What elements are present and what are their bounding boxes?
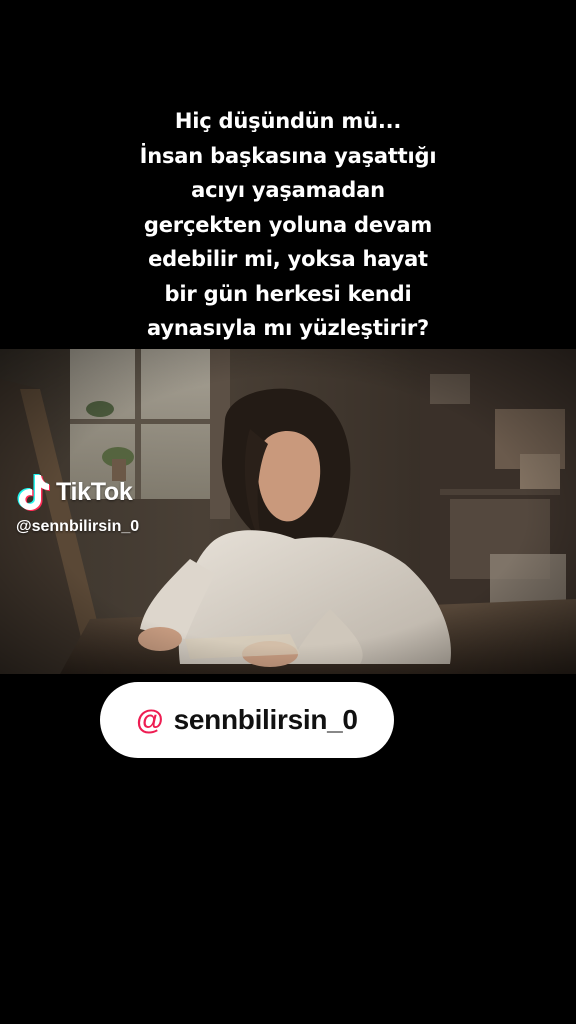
caption-line: aynasıyla mı yüzleştirir? [147, 316, 429, 340]
caption-line: edebilir mi, yoksa hayat [148, 247, 428, 271]
username-label: sennbilirsin_0 [173, 704, 358, 735]
caption-line: gerçekten yoluna devam [143, 212, 433, 237]
tiktok-note-icon [17, 474, 50, 511]
caption-line: acıyı yaşamadan [191, 178, 385, 202]
caption-text: Hiç düşündün mü... İnsan başkasına yaşat… [38, 104, 538, 346]
tiktok-watermark: TikTok @sennbilirsin_0 [16, 470, 139, 536]
watermark-handle: @sennbilirsin_0 [16, 518, 140, 535]
caption-line: İnsan başkasına yaşattığı [139, 143, 437, 168]
tiktok-brand-label: TikTok [56, 477, 133, 506]
watermark-logo-row: TikTok [16, 470, 139, 514]
caption-line: bir gün herkesi kendi [164, 281, 412, 306]
at-symbol-icon: @ [136, 704, 164, 735]
caption-line: Hiç düşündün mü... [174, 109, 402, 133]
username-pill[interactable]: @ sennbilirsin_0 [100, 682, 394, 758]
